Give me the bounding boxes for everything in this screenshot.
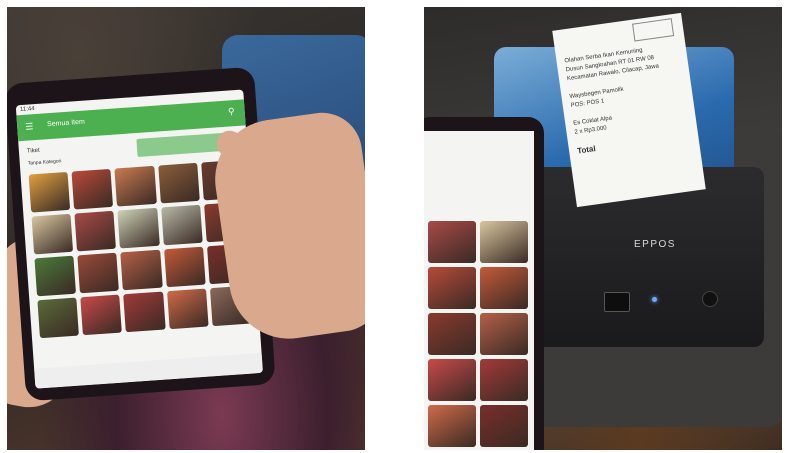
menu-icon[interactable]: ☰ [25,121,34,133]
item-tile[interactable] [428,359,476,401]
item-tile[interactable] [28,171,71,213]
item-tile[interactable] [163,246,206,288]
item-tile[interactable] [80,294,123,336]
tablet-screen-edge [424,131,534,450]
nav-bar [34,352,263,389]
item-tile[interactable] [77,252,120,294]
section-title: Tiket [26,147,40,155]
status-led [652,297,657,302]
item-tile[interactable] [166,288,209,330]
item-tile[interactable] [428,313,476,355]
item-grid-edge [428,221,528,447]
item-tile[interactable] [428,405,476,447]
item-tile[interactable] [480,405,528,447]
item-tile[interactable] [480,313,528,355]
item-tile[interactable] [37,297,80,339]
item-tile[interactable] [123,291,166,333]
item-tile[interactable] [120,249,163,291]
item-tile[interactable] [428,267,476,309]
item-tile[interactable] [157,162,200,204]
item-tile[interactable] [480,267,528,309]
receipt-paper: Olahan Serba Ikan Kemuning Dusun Sangkrah… [552,12,706,208]
item-tile[interactable] [114,165,157,207]
photo-right-printer: EPPOS Olahan Serba Ikan Kemuning Dusun Sa… [424,7,782,450]
feed-button[interactable] [702,291,718,307]
status-time: 11:44 [19,106,35,114]
photo-left-tablet: 11:44 ☰ Semua Item ⚲ Tiket Tanpa Kategor… [7,7,365,450]
item-tile[interactable] [117,207,160,249]
printer-brand: EPPOS [634,239,676,250]
item-tile[interactable] [480,359,528,401]
section-subtitle: Tanpa Kategori [27,158,62,167]
item-tile[interactable] [74,210,117,252]
tablet-edge [424,117,544,450]
item-tile[interactable] [31,213,74,255]
search-icon[interactable]: ⚲ [228,106,235,117]
item-tile[interactable] [71,168,114,210]
item-tile[interactable] [480,221,528,263]
toolbar-title[interactable]: Semua Item [47,119,85,129]
power-switch[interactable] [604,292,630,312]
item-tile[interactable] [428,221,476,263]
item-tile[interactable] [160,204,203,246]
item-tile[interactable] [34,255,77,297]
